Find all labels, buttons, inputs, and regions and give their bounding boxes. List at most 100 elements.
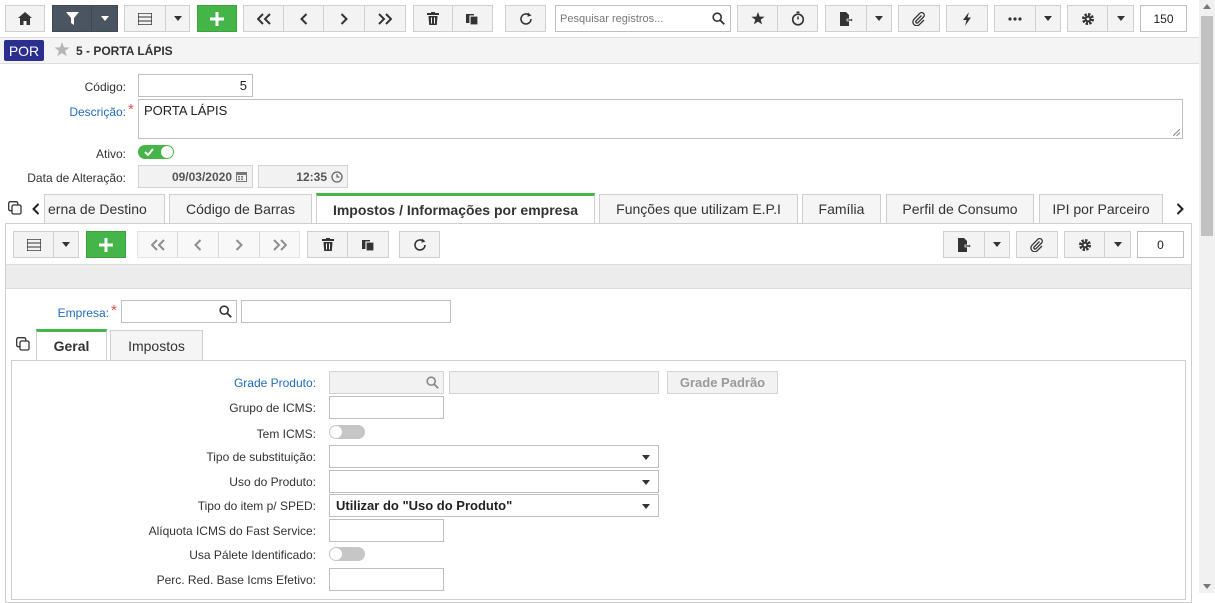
plus-icon xyxy=(99,237,113,252)
sub-delete-button[interactable] xyxy=(307,231,348,258)
sub-add-button[interactable] xyxy=(86,231,126,258)
ativo-toggle[interactable] xyxy=(138,145,174,159)
sub-refresh-button[interactable] xyxy=(399,231,440,258)
copy-icon xyxy=(466,14,479,25)
empresa-code-field[interactable] xyxy=(121,300,237,323)
sub-grid-dropdown-button[interactable] xyxy=(53,231,79,258)
previous-record-button[interactable] xyxy=(283,5,324,32)
report-button[interactable] xyxy=(825,5,867,32)
more-options-dropdown-button[interactable] xyxy=(1035,5,1061,32)
sub-attachment-button[interactable] xyxy=(1016,231,1058,258)
add-button[interactable] xyxy=(197,5,237,32)
usa-palete-toggle[interactable] xyxy=(329,547,365,561)
delete-button[interactable] xyxy=(413,5,453,32)
report-dropdown-button[interactable] xyxy=(866,5,892,32)
codigo-label: Código: xyxy=(84,80,126,94)
check-icon xyxy=(144,148,154,156)
subtab-geral[interactable]: Geral xyxy=(36,329,107,360)
page-scrollbar[interactable] xyxy=(1199,0,1215,593)
filter-button[interactable] xyxy=(52,5,92,32)
hora-alteracao-field: 12:35 xyxy=(258,165,348,188)
attachment-button[interactable] xyxy=(898,5,940,32)
tab-familia[interactable]: Família xyxy=(802,194,881,223)
settings-dropdown-button[interactable] xyxy=(1107,5,1134,32)
calendar-icon[interactable] xyxy=(236,171,247,182)
record-count-box: 150 xyxy=(1140,5,1187,32)
uso-produto-select[interactable] xyxy=(329,470,659,493)
chevron-right-icon xyxy=(235,238,243,251)
tab-codigo-barras[interactable]: Código de Barras xyxy=(169,194,312,223)
tab-perfil-consumo[interactable]: Perfil de Consumo xyxy=(886,194,1034,223)
double-chevron-right-icon xyxy=(378,12,392,25)
codigo-field[interactable]: 5 xyxy=(138,74,253,97)
stopwatch-icon xyxy=(791,11,804,26)
grid-view-button[interactable] xyxy=(124,5,166,32)
more-options-button[interactable] xyxy=(994,5,1036,32)
favorite-button[interactable] xyxy=(737,5,778,32)
copy-tabs-icon[interactable] xyxy=(8,201,22,215)
list-icon xyxy=(26,238,41,251)
sub-next-button[interactable] xyxy=(218,231,260,258)
tem-icms-toggle[interactable] xyxy=(329,425,365,439)
sub-report-dropdown-button[interactable] xyxy=(984,231,1010,258)
tab-funcoes-epi[interactable]: Funções que utilizam E.P.I xyxy=(599,194,798,223)
first-record-button[interactable] xyxy=(243,5,284,32)
tabs-scroll-left-icon[interactable] xyxy=(32,203,40,215)
tipo-item-sped-select[interactable]: Utilizar do "Uso do Produto" xyxy=(329,494,659,517)
settings-button[interactable] xyxy=(1067,5,1108,32)
quick-actions-button[interactable] xyxy=(946,5,988,32)
scroll-down-arrow[interactable] xyxy=(1203,584,1211,589)
grid-view-dropdown-button[interactable] xyxy=(165,5,190,32)
home-button[interactable] xyxy=(5,5,45,32)
required-marker: * xyxy=(111,302,117,319)
subtab-impostos[interactable]: Impostos xyxy=(110,330,203,360)
grade-padrao-button[interactable]: Grade Padrão xyxy=(667,371,778,394)
tabs-scroll-right-icon[interactable] xyxy=(1176,203,1184,215)
search-icon xyxy=(712,12,725,25)
scrollbar-thumb[interactable] xyxy=(1201,16,1213,236)
trash-icon xyxy=(321,238,334,251)
data-alteracao-field: 09/03/2020 xyxy=(138,165,253,188)
search-icon[interactable] xyxy=(219,305,232,318)
refresh-button[interactable] xyxy=(505,5,546,32)
timer-button[interactable] xyxy=(777,5,818,32)
ellipsis-icon xyxy=(1008,16,1022,21)
perc-red-base-field[interactable] xyxy=(329,568,444,591)
resize-handle-icon[interactable] xyxy=(1173,129,1180,136)
sub-report-button[interactable] xyxy=(943,231,985,258)
grupo-icms-field[interactable] xyxy=(329,396,444,419)
sub-last-button[interactable] xyxy=(259,231,300,258)
favorite-star-icon[interactable] xyxy=(54,42,70,57)
descricao-field[interactable]: PORTA LÁPIS xyxy=(138,99,1183,139)
copy-button[interactable] xyxy=(452,5,493,32)
sub-previous-button[interactable] xyxy=(177,231,219,258)
empresa-name-field[interactable] xyxy=(241,300,451,323)
search-icon xyxy=(426,376,439,389)
search-records-input[interactable]: Pesquisar registros... xyxy=(555,5,731,32)
clock-icon[interactable] xyxy=(331,171,343,183)
sub-settings-button[interactable] xyxy=(1064,231,1105,258)
document-export-icon xyxy=(839,11,853,26)
grupo-icms-label: Grupo de ICMS: xyxy=(229,401,316,415)
sub-grid-view-button[interactable] xyxy=(13,231,54,258)
tab-impostos-empresa[interactable]: Impostos / Informações por empresa xyxy=(316,193,595,223)
tab-ipi-parceiro[interactable]: IPI por Parceiro xyxy=(1039,194,1163,223)
chevron-down-icon xyxy=(173,16,182,21)
ativo-label: Ativo: xyxy=(95,147,126,161)
last-record-button[interactable] xyxy=(364,5,406,32)
aliquota-icms-field[interactable] xyxy=(329,519,444,542)
filter-dropdown-button[interactable] xyxy=(91,5,118,32)
sub-settings-dropdown-button[interactable] xyxy=(1104,231,1131,258)
sub-record-count-box: 0 xyxy=(1137,231,1184,258)
tab-interna-destino[interactable]: erna de Destino xyxy=(44,194,165,223)
copy-tabs-icon[interactable] xyxy=(16,337,30,351)
chevron-down-icon xyxy=(642,455,650,460)
scroll-up-arrow[interactable] xyxy=(1203,4,1211,9)
double-chevron-right-icon xyxy=(272,238,287,251)
chevron-down-icon xyxy=(875,16,883,21)
sub-copy-button[interactable] xyxy=(347,231,389,258)
gear-icon xyxy=(1081,12,1094,25)
sub-first-button[interactable] xyxy=(137,231,178,258)
next-record-button[interactable] xyxy=(323,5,365,32)
tipo-substituicao-select[interactable] xyxy=(329,445,659,468)
